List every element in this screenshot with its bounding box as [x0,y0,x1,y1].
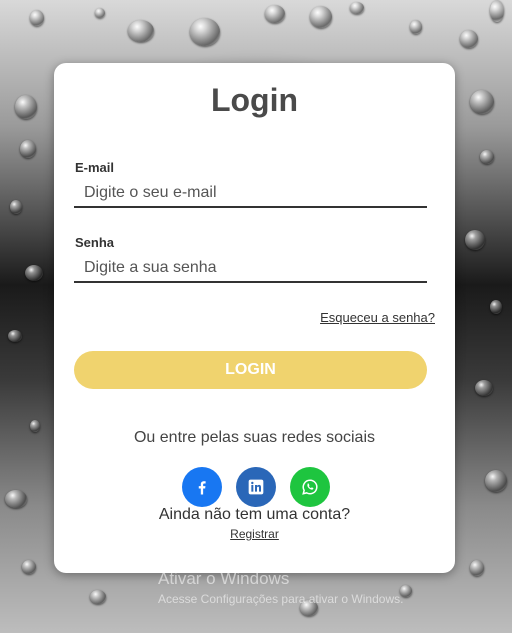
rain-drop [25,265,43,281]
password-field[interactable] [74,255,427,283]
register-container: Registrar [54,527,455,541]
rain-drop [30,420,40,432]
rain-drop [190,18,220,46]
register-link[interactable]: Registrar [230,527,279,541]
login-button[interactable]: LOGIN [74,351,427,389]
social-login-text: Ou entre pelas suas redes sociais [133,429,375,446]
rain-drop [90,590,106,604]
rain-drop [490,300,502,314]
email-label: E-mail [75,160,115,175]
rain-drop [20,140,36,158]
email-field[interactable] [74,180,427,208]
no-account-text: Ainda não tem uma conta? [158,506,351,523]
rain-drop [350,2,364,14]
windows-activation-watermark: Ativar o Windows Acesse Configurações pa… [158,569,403,606]
rain-drop [475,380,493,396]
rain-drop [465,230,485,250]
watermark-subtitle: Acesse Configurações para ativar o Windo… [158,592,404,606]
facebook-icon [198,481,206,495]
rain-drop [410,20,422,34]
login-card: Login E-mail Senha Esqueceu a senha? LOG… [54,63,455,573]
social-buttons [54,467,455,507]
whatsapp-icon [301,479,318,495]
rain-drop [480,150,494,164]
whatsapp-button[interactable] [289,467,330,507]
rain-drop [265,5,285,23]
rain-drop [10,200,22,214]
rain-drop [470,90,494,114]
linkedin-button[interactable] [235,467,276,507]
rain-drop [22,560,36,574]
facebook-button[interactable] [181,467,222,507]
rain-drop [310,6,332,28]
rain-drop [5,490,27,508]
rain-drop [485,470,507,492]
rain-drop [95,8,105,18]
rain-drop [8,330,22,342]
linkedin-icon [248,479,263,495]
page-title: Login [210,82,299,118]
rain-drop [460,30,478,48]
rain-drop [128,20,154,42]
forgot-password-link[interactable]: Esqueceu a senha? [320,310,435,325]
rain-drop [15,95,37,119]
password-label: Senha [75,235,115,250]
rain-drop [490,0,504,22]
watermark-title: Ativar o Windows [158,569,290,588]
rain-drop [470,560,484,576]
rain-drop [30,10,44,26]
